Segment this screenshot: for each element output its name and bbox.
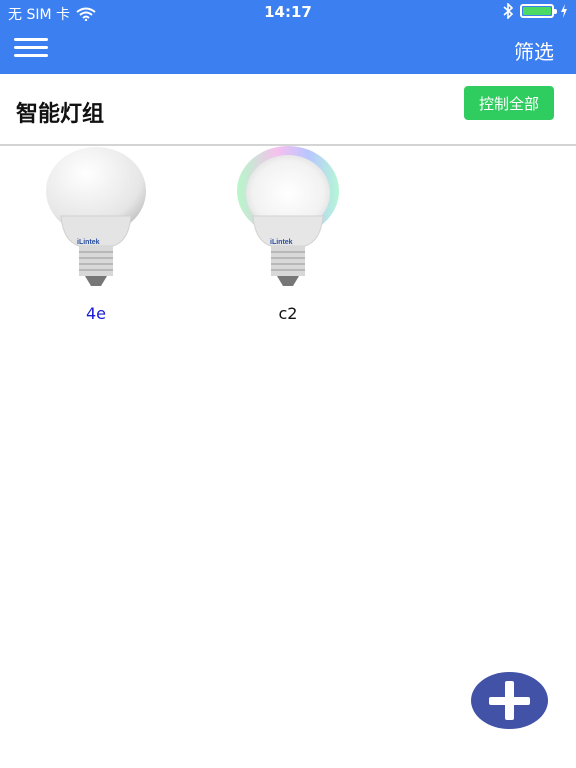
device-card[interactable]: iLintek 4e [31,146,161,323]
page-header: 智能灯组 控制全部 [0,74,576,146]
bulb-brand: iLintek [77,239,100,246]
status-right [502,3,568,19]
white-bulb-icon: iLintek [46,147,146,286]
rgb-bulb-icon: iLintek [237,146,339,286]
filter-button[interactable]: 筛选 [514,36,554,65]
page-title: 智能灯组 [16,102,105,127]
charging-icon [561,4,567,18]
device-name: 4e [85,304,107,323]
control-all-button[interactable]: 控制全部 [464,86,554,120]
top-bar: 无 SIM 卡 14:17 筛选 [0,0,576,74]
status-bar: 无 SIM 卡 14:17 [0,0,576,24]
add-device-button[interactable] [471,672,548,729]
device-name: c2 [278,304,298,323]
status-time: 14:17 [264,3,312,21]
battery-icon [520,4,557,18]
bluetooth-icon [503,3,514,19]
device-card[interactable]: iLintek c2 [223,146,353,323]
hamburger-menu-icon[interactable] [14,38,48,60]
bulb-brand: iLintek [270,239,293,246]
